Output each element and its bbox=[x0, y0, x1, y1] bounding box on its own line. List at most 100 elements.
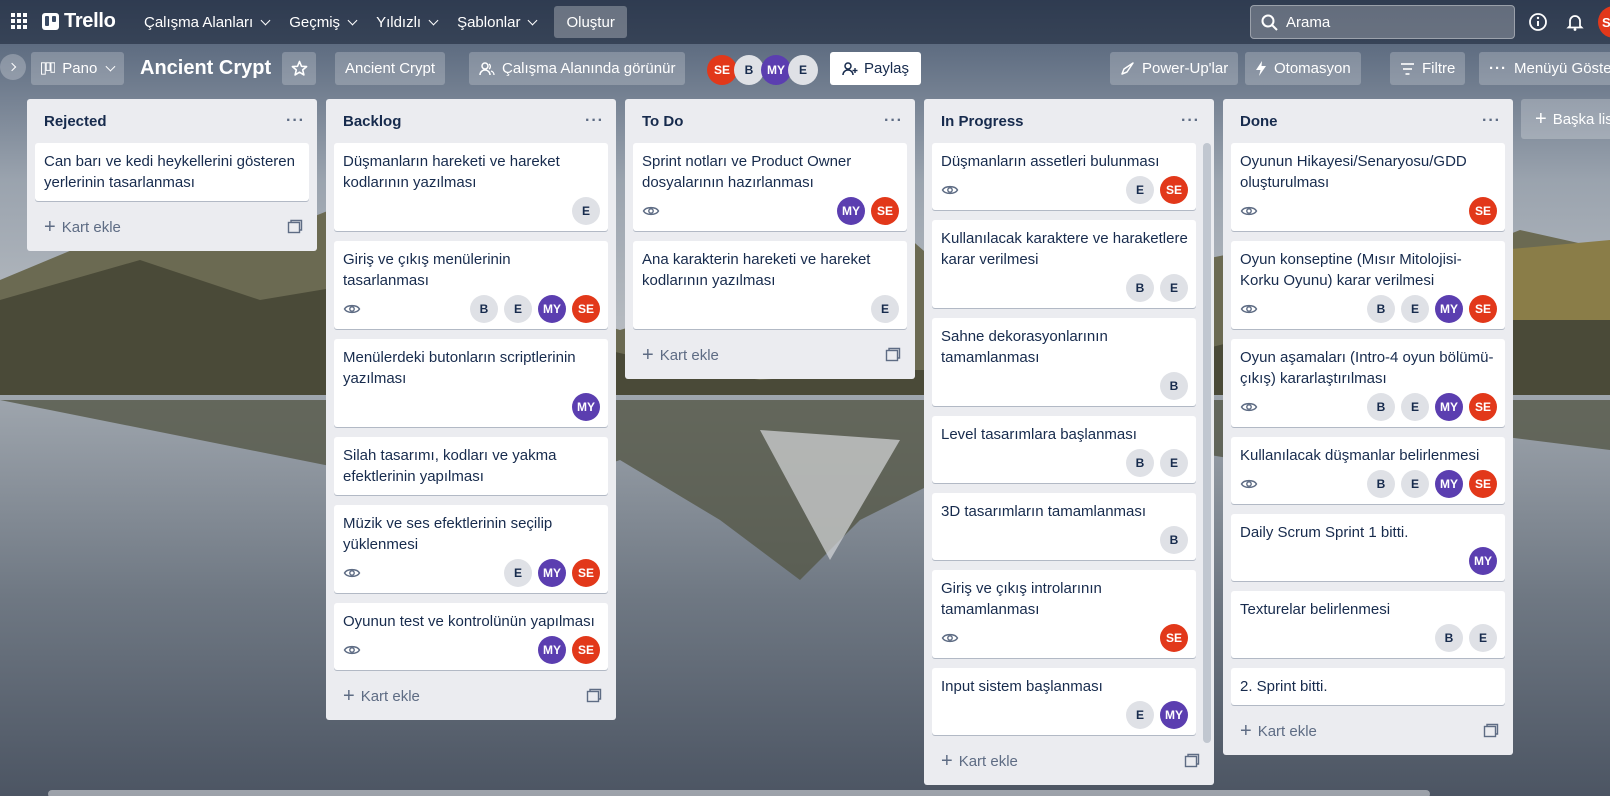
info-icon[interactable] bbox=[1527, 11, 1549, 33]
list-title[interactable]: To Do bbox=[642, 113, 683, 130]
sidebar-expand-button[interactable] bbox=[0, 54, 26, 80]
workspace-button[interactable]: Ancient Crypt bbox=[335, 52, 446, 85]
card[interactable]: Müzik ve ses efektlerinin seçilip yüklen… bbox=[334, 505, 608, 593]
member-avatar[interactable]: E bbox=[1401, 393, 1429, 421]
add-card-button[interactable]: + Kart ekle bbox=[334, 680, 608, 712]
filter-button[interactable]: Filtre bbox=[1390, 52, 1466, 85]
card[interactable]: Sprint notları ve Product Owner dosyalar… bbox=[633, 143, 907, 231]
card-template-icon[interactable] bbox=[1184, 753, 1200, 769]
list-menu-icon[interactable]: ··· bbox=[1181, 112, 1200, 130]
card[interactable]: Oyun konseptine (Mısır Mitolojisi-Korku … bbox=[1231, 241, 1505, 329]
member-avatar[interactable]: SE bbox=[707, 55, 737, 85]
card[interactable]: Silah tasarımı, kodları ve yakma efektle… bbox=[334, 437, 608, 495]
list-title[interactable]: In Progress bbox=[941, 113, 1024, 130]
member-avatar[interactable]: B bbox=[470, 295, 498, 323]
add-card-button[interactable]: + Kart ekle bbox=[932, 745, 1206, 777]
member-avatar[interactable]: B bbox=[1367, 295, 1395, 323]
member-avatar[interactable]: E bbox=[504, 295, 532, 323]
member-avatar[interactable]: E bbox=[504, 559, 532, 587]
list-title[interactable]: Done bbox=[1240, 113, 1278, 130]
member-avatar[interactable]: MY bbox=[1160, 701, 1188, 729]
member-avatar[interactable]: SE bbox=[1469, 470, 1497, 498]
card[interactable]: Menülerdeki butonların scriptlerinin yaz… bbox=[334, 339, 608, 427]
add-another-list-button[interactable]: + Başka liste bbox=[1521, 99, 1610, 139]
member-avatar[interactable]: MY bbox=[1469, 547, 1497, 575]
member-avatar[interactable]: SE bbox=[572, 295, 600, 323]
member-avatar[interactable]: E bbox=[1160, 449, 1188, 477]
member-avatar[interactable]: E bbox=[1160, 274, 1188, 302]
member-avatar[interactable]: SE bbox=[1469, 197, 1497, 225]
workspaces-menu[interactable]: Çalışma Alanları bbox=[134, 6, 279, 38]
card[interactable]: Düşmanların assetleri bulunması E SE bbox=[932, 143, 1196, 210]
user-avatar[interactable]: S bbox=[1598, 6, 1610, 38]
member-avatar[interactable]: MY bbox=[1435, 295, 1463, 323]
member-avatar[interactable]: MY bbox=[1435, 393, 1463, 421]
member-avatar[interactable]: E bbox=[572, 197, 600, 225]
member-avatar[interactable]: SE bbox=[1469, 393, 1497, 421]
member-avatar[interactable]: E bbox=[871, 295, 899, 323]
card-template-icon[interactable] bbox=[586, 688, 602, 704]
member-avatar[interactable]: B bbox=[734, 55, 764, 85]
card[interactable]: Sahne dekorasyonlarının tamamlanması B bbox=[932, 318, 1196, 406]
board-horizontal-scrollbar[interactable] bbox=[48, 790, 1430, 796]
member-avatar[interactable]: B bbox=[1160, 372, 1188, 400]
add-card-button[interactable]: + Kart ekle bbox=[633, 339, 907, 371]
member-avatar[interactable]: SE bbox=[1160, 624, 1188, 652]
visibility-button[interactable]: Çalışma Alanında görünür bbox=[469, 52, 686, 85]
show-menu-button[interactable]: ··· Menüyü Göster bbox=[1479, 52, 1610, 85]
share-button[interactable]: Paylaş bbox=[830, 52, 922, 85]
trello-logo[interactable]: Trello bbox=[42, 10, 116, 33]
card-template-icon[interactable] bbox=[1483, 723, 1499, 739]
member-avatar[interactable]: E bbox=[1126, 701, 1154, 729]
card[interactable]: Level tasarımlara başlanması B E bbox=[932, 416, 1196, 483]
member-avatar[interactable]: B bbox=[1435, 624, 1463, 652]
member-avatar[interactable]: SE bbox=[572, 559, 600, 587]
list-title[interactable]: Backlog bbox=[343, 113, 401, 130]
card[interactable]: Ana karakterin hareketi ve hareket kodla… bbox=[633, 241, 907, 329]
view-switcher[interactable]: Pano bbox=[31, 52, 124, 85]
member-avatar[interactable]: MY bbox=[1435, 470, 1463, 498]
member-avatar[interactable]: SE bbox=[1469, 295, 1497, 323]
member-avatar[interactable]: B bbox=[1126, 449, 1154, 477]
card[interactable]: Oyunun Hikayesi/Senaryosu/GDD oluşturulm… bbox=[1231, 143, 1505, 231]
search-input[interactable] bbox=[1286, 13, 1506, 31]
card[interactable]: Düşmanların hareketi ve hareket kodların… bbox=[334, 143, 608, 231]
card[interactable]: Texturelar belirlenmesi B E bbox=[1231, 591, 1505, 658]
card[interactable]: Oyun aşamaları (Intro-4 oyun bölümü-çıkı… bbox=[1231, 339, 1505, 427]
member-avatar[interactable]: MY bbox=[572, 393, 600, 421]
member-avatar[interactable]: E bbox=[1126, 176, 1154, 204]
member-avatar[interactable]: SE bbox=[1160, 176, 1188, 204]
add-card-button[interactable]: + Kart ekle bbox=[35, 211, 309, 243]
member-avatar[interactable]: MY bbox=[538, 636, 566, 664]
notification-bell-icon[interactable] bbox=[1564, 11, 1586, 33]
member-avatar[interactable]: E bbox=[1401, 295, 1429, 323]
member-avatar[interactable]: MY bbox=[538, 295, 566, 323]
list-menu-icon[interactable]: ··· bbox=[884, 112, 903, 130]
create-button[interactable]: Oluştur bbox=[554, 6, 627, 38]
list-menu-icon[interactable]: ··· bbox=[585, 112, 604, 130]
add-card-button[interactable]: + Kart ekle bbox=[1231, 715, 1505, 747]
member-avatar[interactable]: MY bbox=[837, 197, 865, 225]
search-box[interactable] bbox=[1250, 5, 1515, 39]
card-template-icon[interactable] bbox=[287, 219, 303, 235]
member-avatar[interactable]: E bbox=[1469, 624, 1497, 652]
card[interactable]: Can barı ve kedi heykellerini gösteren y… bbox=[35, 143, 309, 201]
apps-grid-icon[interactable] bbox=[10, 12, 28, 30]
card[interactable]: 2. Sprint bitti. bbox=[1231, 668, 1505, 705]
member-avatar[interactable]: SE bbox=[572, 636, 600, 664]
card[interactable]: Kullanılacak düşmanlar belirlenmesi B E … bbox=[1231, 437, 1505, 504]
card[interactable]: 3D tasarımların tamamlanması B bbox=[932, 493, 1196, 560]
member-avatar[interactable]: MY bbox=[761, 55, 791, 85]
member-avatar[interactable]: MY bbox=[538, 559, 566, 587]
card-template-icon[interactable] bbox=[885, 347, 901, 363]
card[interactable]: Oyunun test ve kontrolünün yapılması MY … bbox=[334, 603, 608, 670]
member-avatar[interactable]: E bbox=[788, 55, 818, 85]
list-menu-icon[interactable]: ··· bbox=[1482, 112, 1501, 130]
list-scrollbar[interactable] bbox=[1203, 143, 1211, 743]
starred-menu[interactable]: Yıldızlı bbox=[366, 6, 447, 38]
recent-menu[interactable]: Geçmiş bbox=[279, 6, 366, 38]
list-title[interactable]: Rejected bbox=[44, 113, 107, 130]
board-title[interactable]: Ancient Crypt bbox=[140, 57, 271, 80]
card[interactable]: Kullanılacak karaktere ve haraketlere ka… bbox=[932, 220, 1196, 308]
member-avatar[interactable]: B bbox=[1126, 274, 1154, 302]
